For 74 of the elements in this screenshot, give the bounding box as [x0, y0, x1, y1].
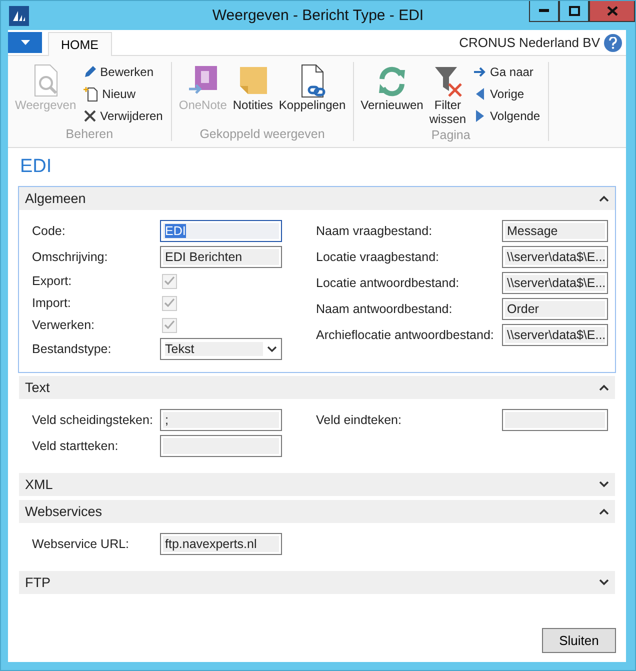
checkbox[interactable]: [162, 296, 177, 310]
text-field[interactable]: Order: [502, 298, 608, 320]
chevron-icon: [599, 384, 609, 391]
ribbon-button[interactable]: Nieuw: [81, 84, 165, 104]
group-label: Beheren: [64, 127, 114, 141]
ribbon-button[interactable]: Volgende: [471, 106, 542, 126]
text-field[interactable]: \\server\data$\E...: [502, 272, 608, 294]
close-button[interactable]: [589, 1, 635, 22]
checkbox[interactable]: [162, 318, 177, 332]
page-title: EDI: [20, 156, 53, 178]
text-field[interactable]: \\server\data$\E...: [502, 324, 608, 346]
text-field[interactable]: ;: [160, 409, 282, 431]
right-arrow-icon: [473, 65, 488, 79]
ribbon-button[interactable]: Verwijderen: [81, 106, 165, 126]
text-field[interactable]: EDI Berichten: [160, 246, 282, 268]
group-label: Pagina: [430, 128, 472, 142]
section-header[interactable]: Webservices: [19, 500, 615, 523]
chevron-icon: [267, 345, 277, 353]
ribbon-button[interactable]: Bewerken: [81, 62, 165, 82]
text-field[interactable]: ftp.navexperts.nl: [160, 533, 282, 555]
minimize-icon: [539, 9, 549, 13]
field-label: Webservice URL:: [32, 537, 130, 551]
section-header[interactable]: Algemeen: [19, 187, 615, 210]
checkbox[interactable]: [162, 274, 177, 288]
text-field[interactable]: [502, 409, 608, 431]
ribbon-button[interactable]: Ga naar: [471, 62, 542, 82]
maximize-icon: [568, 6, 580, 16]
help-icon[interactable]: [604, 34, 622, 52]
section-header[interactable]: Text: [19, 376, 615, 399]
field-label: Naam vraagbestand:: [316, 224, 434, 238]
section-header[interactable]: FTP: [19, 571, 615, 594]
field-label: Naam antwoordbestand:: [316, 302, 454, 316]
text-field[interactable]: Message: [502, 220, 608, 242]
application-menu-button[interactable]: [8, 32, 42, 53]
field-label: Veld eindteken:: [316, 413, 402, 427]
field-label: Locatie vraagbestand:: [316, 250, 440, 264]
refresh-icon: [376, 64, 408, 98]
minimize-button[interactable]: [529, 1, 559, 22]
cross-icon: [83, 109, 98, 123]
dropdown[interactable]: Tekst: [160, 338, 282, 360]
maximize-button[interactable]: [559, 1, 589, 22]
text-field[interactable]: [160, 435, 282, 457]
close-dialog-button[interactable]: Sluiten: [542, 628, 616, 653]
section-header[interactable]: XML: [19, 473, 615, 496]
app-logo-icon: [9, 6, 29, 26]
field-label: Code:: [32, 224, 66, 238]
chevron-icon: [599, 579, 609, 586]
text-field[interactable]: EDI: [160, 220, 282, 242]
text-field[interactable]: \\server\data$\E...: [502, 246, 608, 268]
pencil-icon: [83, 65, 98, 79]
field-label: Omschrijving:: [32, 250, 109, 264]
window-title: Weergeven - Bericht Type - EDI: [211, 7, 425, 24]
field-label: Locatie antwoordbestand:: [316, 276, 460, 290]
close-icon: [606, 6, 618, 16]
company-name: CRONUS Nederland BV: [459, 35, 600, 50]
new-page-icon: [83, 86, 100, 102]
field-label: Archieflocatie antwoordbestand:: [316, 328, 495, 342]
chevron-icon: [599, 195, 609, 202]
group-label: Gekoppeld weergeven: [198, 127, 326, 141]
chevron-icon: [599, 508, 609, 515]
field-label: Export:: [32, 274, 73, 288]
ribbon-button[interactable]: Filter wissen: [428, 62, 468, 128]
ribbon-tab[interactable]: HOME: [48, 32, 112, 56]
field-label: Bestandstype:: [32, 342, 112, 356]
field-label: Import:: [32, 296, 72, 310]
caret-icon: [20, 40, 30, 45]
ribbon-button[interactable]: Vorige: [471, 84, 542, 104]
ribbon-button[interactable]: Notities: [232, 62, 274, 127]
field-label: Veld scheidingsteken:: [32, 413, 154, 427]
chevron-icon: [599, 481, 609, 488]
field-label: Verwerken:: [32, 318, 96, 332]
ribbon-button[interactable]: Koppelingen: [278, 62, 347, 127]
ribbon-button[interactable]: Vernieuwen: [360, 62, 424, 128]
field-label: Veld startteken:: [32, 439, 120, 453]
